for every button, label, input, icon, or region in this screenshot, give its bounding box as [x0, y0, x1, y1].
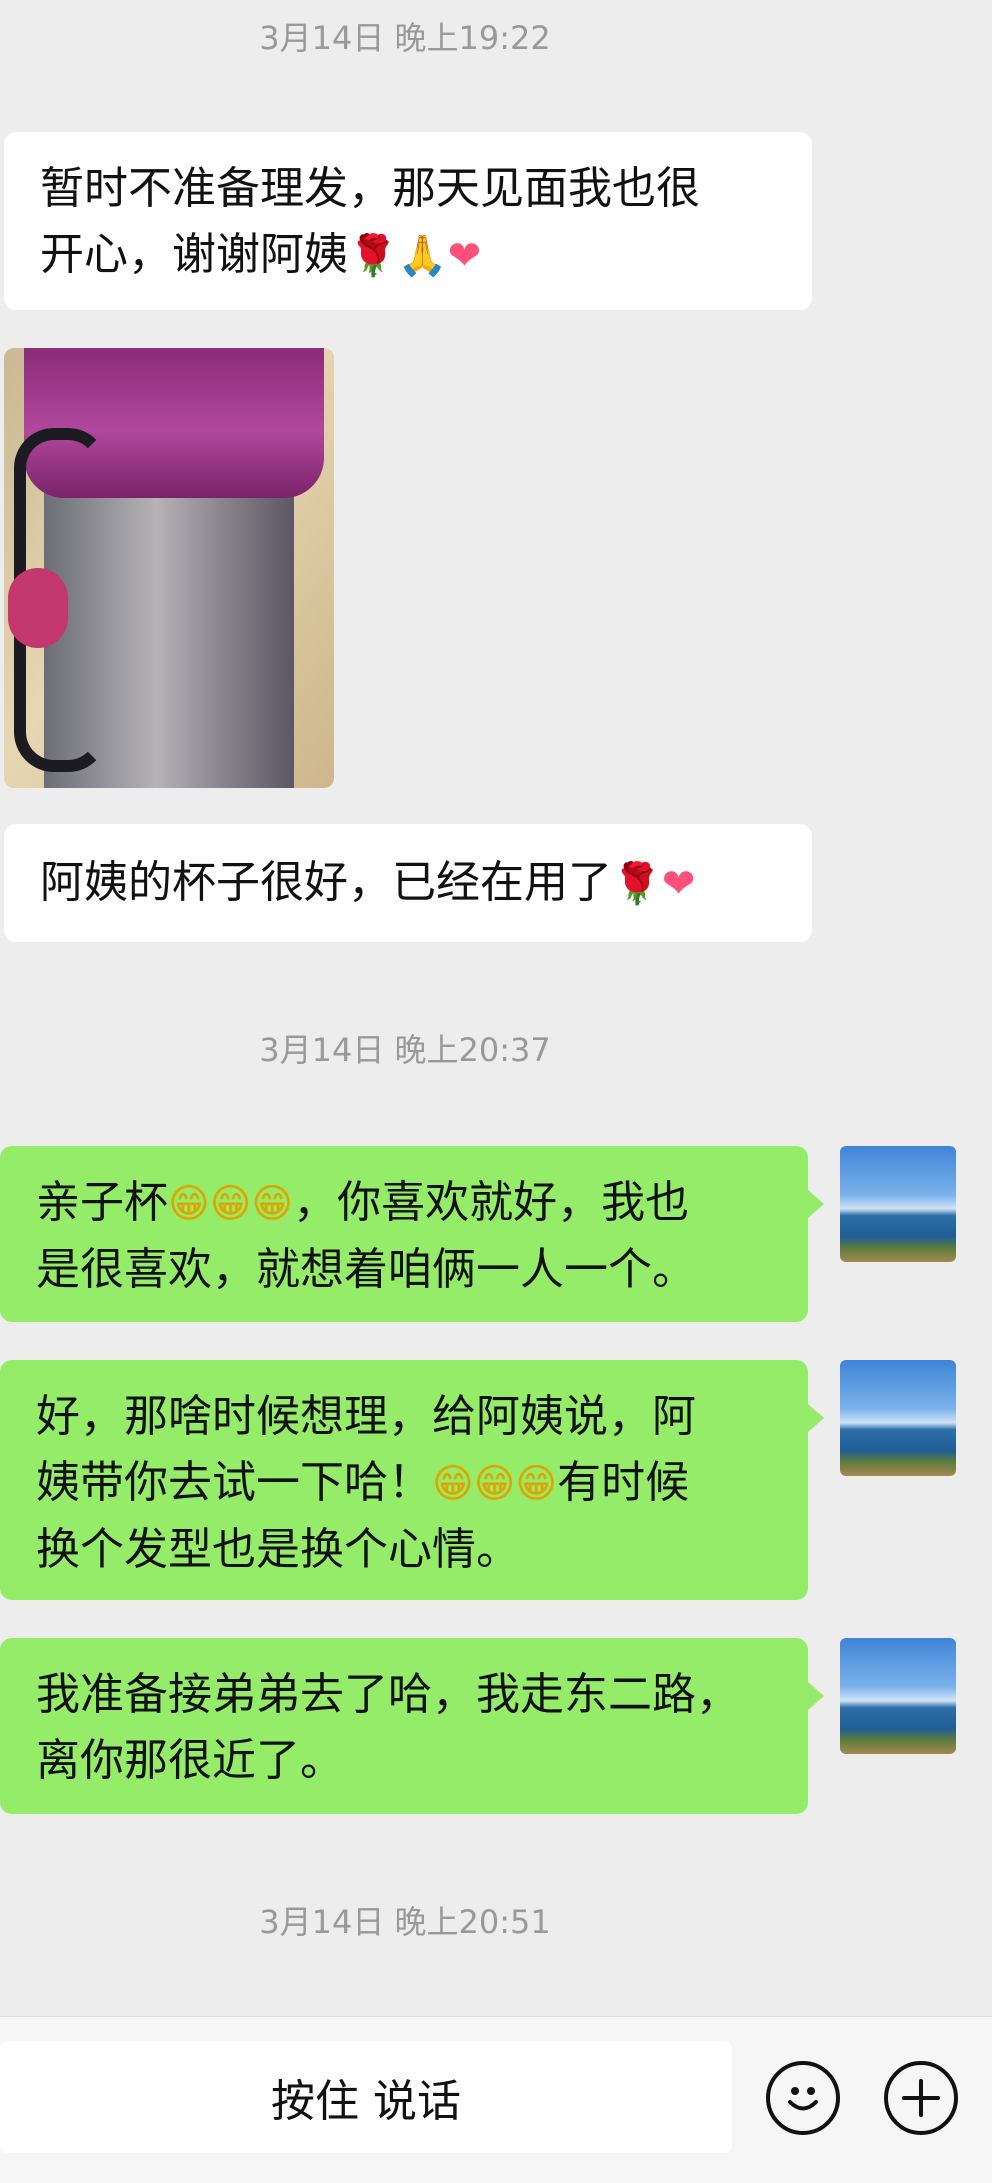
rose-icon: 🌹: [612, 861, 662, 907]
message-line: 是很喜欢，就想着咱俩一人一个。: [36, 1244, 696, 1295]
input-bar: 按住 说话: [0, 2016, 992, 2183]
avatar[interactable]: [840, 1146, 956, 1262]
message-line: 我准备接弟弟去了哈，我走东二路，: [36, 1669, 740, 1720]
emoji-icon[interactable]: [766, 2061, 840, 2135]
heart-icon: ❤: [447, 233, 482, 279]
message-text: 阿姨的杯子很好，已经在用了: [40, 857, 612, 908]
avatar[interactable]: [840, 1638, 956, 1754]
grin-icon: 😁: [515, 1461, 558, 1507]
message-text: ，你喜欢就好，我也: [293, 1177, 690, 1228]
pray-icon: 🙏: [397, 233, 448, 279]
message-line: 换个发型也是换个心情。: [36, 1524, 520, 1575]
grin-icon: 😁: [432, 1461, 474, 1507]
smiley-glyph: [788, 2087, 818, 2111]
cup-photo[interactable]: [4, 348, 334, 788]
message-line: 开心，谢谢阿姨🌹🙏❤: [40, 222, 776, 289]
message-line: 好，那啥时候想理，给阿姨说，阿: [36, 1391, 696, 1442]
message-text: 开心，谢谢阿姨: [40, 229, 348, 280]
grin-icon: 😁: [209, 1181, 252, 1227]
plus-icon[interactable]: [884, 2061, 958, 2135]
heart-icon: ❤: [661, 861, 696, 907]
outgoing-message[interactable]: 好，那啥时候想理，给阿姨说，阿 姨带你去试一下哈！😁😁😁有时候 换个发型也是换个…: [0, 1360, 824, 1600]
plus-glyph: [902, 2079, 940, 2117]
timestamp: 3月14日 晚上20:37: [259, 1031, 551, 1069]
message-line: 阿姨的杯子很好，已经在用了🌹❤: [40, 850, 776, 917]
incoming-message[interactable]: 阿姨的杯子很好，已经在用了🌹❤: [4, 824, 812, 942]
message-line: 离你那很近了。: [36, 1735, 344, 1786]
outgoing-message[interactable]: 亲子杯😁😁😁，你喜欢就好，我也 是很喜欢，就想着咱俩一人一个。: [0, 1146, 824, 1322]
message-text: 有时候: [557, 1457, 690, 1508]
grin-icon: 😁: [168, 1181, 210, 1227]
incoming-message[interactable]: 暂时不准备理发，那天见面我也很 开心，谢谢阿姨🌹🙏❤: [4, 132, 812, 310]
message-line: 姨带你去试一下哈！😁😁😁有时候: [36, 1450, 772, 1517]
cup-charm: [8, 568, 68, 648]
hold-to-talk-button[interactable]: 按住 说话: [0, 2041, 732, 2153]
grin-icon: 😁: [251, 1181, 294, 1227]
avatar[interactable]: [840, 1360, 956, 1476]
message-line: 暂时不准备理发，那天见面我也很: [40, 163, 700, 214]
outgoing-message[interactable]: 我准备接弟弟去了哈，我走东二路， 离你那很近了。: [0, 1638, 824, 1814]
message-line: 亲子杯😁😁😁，你喜欢就好，我也: [36, 1170, 772, 1237]
timestamp: 3月14日 晚上19:22: [259, 19, 551, 57]
message-text: 亲子杯: [36, 1177, 168, 1228]
timestamp: 3月14日 晚上20:51: [259, 1903, 551, 1941]
rose-icon: 🌹: [348, 233, 398, 279]
grin-icon: 😁: [473, 1461, 516, 1507]
message-text: 姨带你去试一下哈！: [36, 1457, 432, 1508]
